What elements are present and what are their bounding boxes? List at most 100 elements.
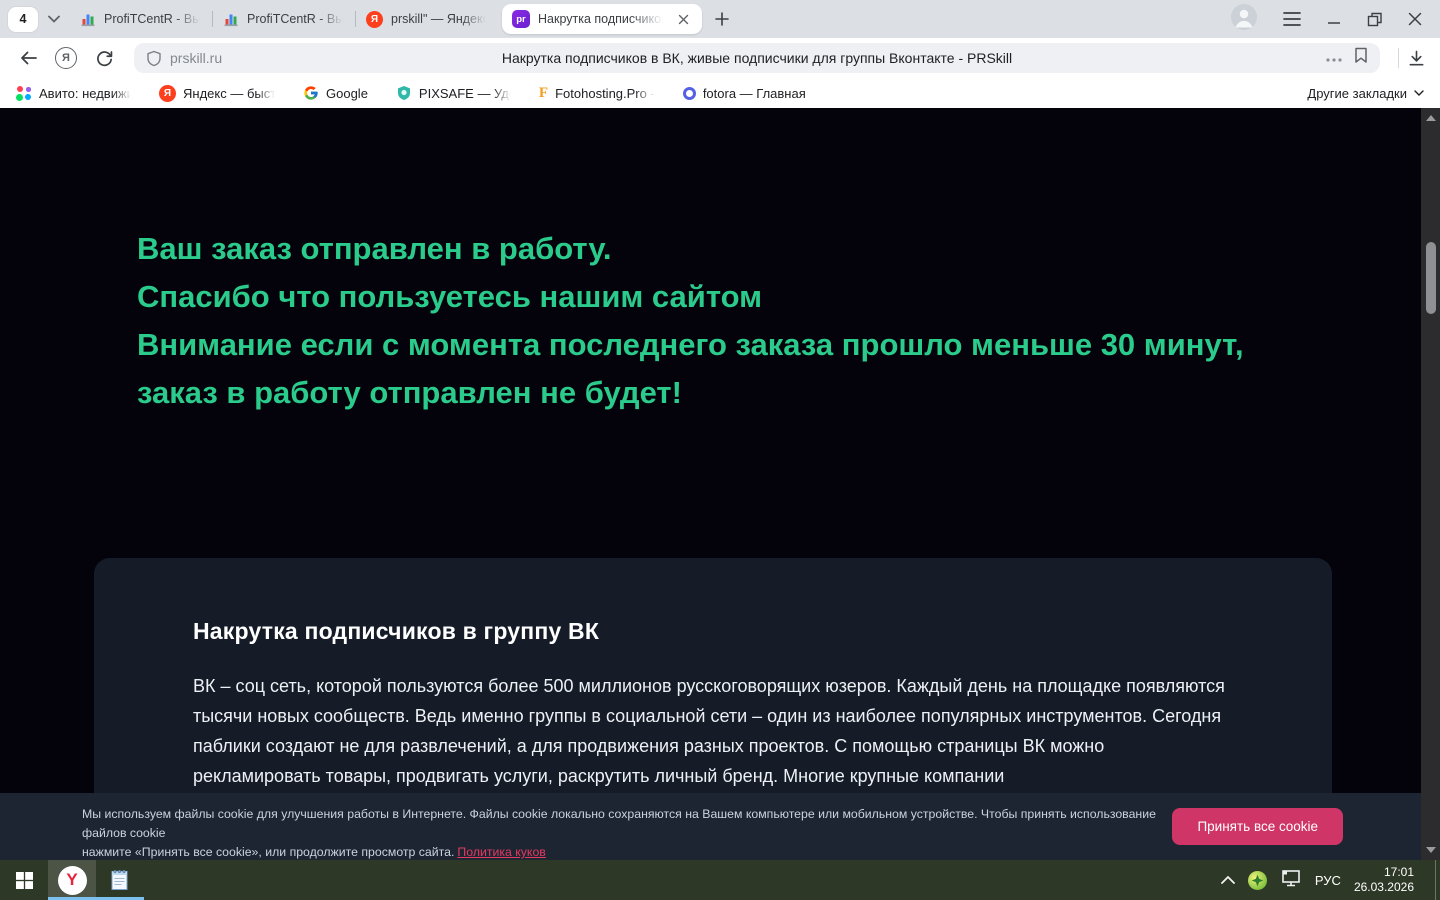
bookmark-flag-icon: [1355, 47, 1367, 63]
restore-window-icon: [1367, 12, 1382, 26]
tab-profitcentr-1[interactable]: ProfiTCentR - Выполнение: [70, 0, 212, 38]
bookmark-label: fotora — Главная: [702, 85, 806, 101]
user-avatar-icon: [1231, 3, 1257, 30]
yandex-browser-icon: Y: [57, 865, 87, 895]
profile-avatar[interactable]: [1231, 3, 1257, 35]
status-line-2: Спасибо что пользуетесь нашим сайтом: [137, 279, 763, 314]
fotora-icon: [682, 86, 696, 100]
browser-menu-button[interactable]: [1283, 12, 1301, 26]
page-scrollbar[interactable]: [1421, 108, 1440, 860]
network-tray-icon[interactable]: [1280, 868, 1302, 892]
tab-counter-button[interactable]: 4: [8, 6, 38, 32]
pixsafe-icon: [397, 86, 410, 100]
bookmark-label: Google: [326, 85, 368, 101]
more-actions-button[interactable]: [1326, 49, 1342, 67]
monitor-network-icon: [1282, 870, 1300, 887]
web-page-content: Ваш заказ отправлен в работу. Спасибо чт…: [0, 108, 1440, 860]
date-text: 26.03.2026: [1353, 880, 1414, 894]
scrollbar-thumb[interactable]: [1425, 242, 1436, 314]
add-bookmark-button[interactable]: [1354, 47, 1368, 69]
bookmark-label: Авито: недвижим: [39, 85, 131, 101]
back-button[interactable]: [14, 44, 42, 72]
chevron-down-icon: [1414, 89, 1424, 96]
antivirus-tray-icon[interactable]: [1247, 870, 1267, 890]
new-tab-button[interactable]: [706, 3, 738, 35]
triangle-down-icon: [1425, 847, 1436, 853]
scroll-up-arrow[interactable]: [1421, 110, 1440, 126]
show-desktop-button[interactable]: [1435, 860, 1436, 900]
tab-title: ProfiTCentR - Выполнение: [104, 12, 202, 26]
toolbar-separator: [1398, 48, 1399, 68]
yandex-ring-icon: Я: [55, 47, 77, 69]
triangle-up-icon: [1425, 115, 1436, 121]
tab-title: ProfiTCentR - Выполнение: [247, 12, 345, 26]
cookie-policy-link[interactable]: Политика куков: [457, 845, 545, 859]
tab-yandex-search[interactable]: Я prskill" — Яндекс: нашлось: [356, 0, 498, 38]
time-text: 17:01: [1383, 865, 1414, 879]
shield-security-icon: [147, 50, 161, 66]
system-tray: РУС 17:01 26.03.2026: [1220, 860, 1440, 900]
card-body-text: ВК – соц сеть, которой пользуются более …: [193, 676, 1225, 786]
window-close-button[interactable]: [1408, 12, 1422, 26]
page-title-in-addressbar: Накрутка подписчиков в ВК, живые подписч…: [501, 50, 1013, 66]
google-icon: [304, 86, 318, 100]
yandex-favicon-icon: Я: [366, 10, 383, 28]
tab-list-chevron-button[interactable]: [38, 0, 70, 38]
start-button[interactable]: [0, 860, 48, 900]
close-icon: [1408, 12, 1422, 26]
address-field[interactable]: prskill.ru Накрутка подписчиков в ВК, жи…: [134, 43, 1380, 73]
scroll-down-arrow[interactable]: [1421, 842, 1440, 858]
tab-profitcentr-2[interactable]: ProfiTCentR - Выполнение: [213, 0, 355, 38]
bookmark-fotohosting[interactable]: F Fotohosting.Pro -: [539, 85, 655, 102]
tab-close-button[interactable]: [674, 10, 692, 28]
window-restore-button[interactable]: [1367, 12, 1382, 27]
reload-icon: [96, 50, 112, 66]
windows-start-icon: [15, 871, 33, 889]
chevron-down-icon: [48, 15, 60, 23]
accept-cookies-button[interactable]: Принять все cookie: [1172, 808, 1343, 845]
minimize-icon: [1328, 22, 1340, 24]
status-line-3: Внимание если с момента последнего заказ…: [137, 327, 1244, 362]
order-status-message: Ваш заказ отправлен в работу. Спасибо чт…: [137, 225, 1244, 417]
fotohosting-icon: F: [538, 84, 549, 101]
close-icon: [678, 14, 688, 24]
language-indicator[interactable]: РУС: [1315, 873, 1341, 888]
address-bar-row: Я prskill.ru Накрутка подписчиков в ВК, …: [0, 38, 1440, 78]
clock[interactable]: 17:01 26.03.2026: [1354, 865, 1422, 895]
green-star-icon: [1251, 874, 1264, 886]
bookmark-avito[interactable]: Авито: недвижим: [16, 85, 131, 101]
other-bookmarks-button[interactable]: Другие закладки: [1307, 86, 1424, 101]
reload-button[interactable]: [90, 44, 118, 72]
tab-title: Накрутка подписчиков в ВК: [538, 12, 666, 26]
taskbar-yandex-browser[interactable]: Y: [48, 860, 96, 900]
tab-prskill-active[interactable]: pr Накрутка подписчиков в ВК: [502, 4, 702, 34]
bookmark-google[interactable]: Google: [303, 85, 368, 101]
bookmark-label: Fotohosting.Pro -: [555, 85, 655, 101]
card-title: Накрутка подписчиков в группу ВК: [193, 618, 600, 644]
yandex-home-button[interactable]: Я: [52, 44, 80, 72]
status-line-1: Ваш заказ отправлен в работу.: [137, 231, 612, 266]
downloads-button[interactable]: [1407, 49, 1426, 68]
status-line-4: заказ в работу отправлен не будет!: [137, 375, 682, 410]
download-icon: [1409, 50, 1424, 65]
bar-chart-favicon-icon: [224, 14, 238, 27]
back-arrow-icon: [21, 51, 37, 65]
bookmark-fotora[interactable]: fotora — Главная: [682, 85, 806, 101]
other-bookmarks-label: Другие закладки: [1307, 85, 1407, 101]
screen: 4 ProfiTCentR - Выполнение ProfiTCentR -…: [0, 0, 1440, 900]
plus-icon: [715, 12, 729, 26]
cookie-text: Мы используем файлы cookie для улучшения…: [82, 805, 1162, 862]
cookie-consent-banner: Мы используем файлы cookie для улучшения…: [0, 793, 1440, 860]
bookmark-label: PIXSAFE — Удобн: [418, 85, 511, 101]
window-minimize-button[interactable]: [1327, 12, 1341, 26]
avito-icon: [16, 85, 32, 101]
taskbar-notepad[interactable]: [96, 860, 144, 900]
yandex-icon: Я: [159, 84, 176, 102]
browser-tab-bar: 4 ProfiTCentR - Выполнение ProfiTCentR -…: [0, 0, 1440, 38]
bookmark-pixsafe[interactable]: PIXSAFE — Удобн: [396, 85, 511, 101]
bookmarks-bar: Авито: недвижим Я Яндекс — быстры Google…: [0, 78, 1440, 108]
bookmark-yandex[interactable]: Я Яндекс — быстры: [159, 84, 275, 102]
tray-expand-button[interactable]: [1220, 871, 1235, 889]
url-text: prskill.ru: [170, 50, 223, 66]
cookie-text-line1: Мы используем файлы cookie для улучшения…: [82, 807, 1156, 840]
